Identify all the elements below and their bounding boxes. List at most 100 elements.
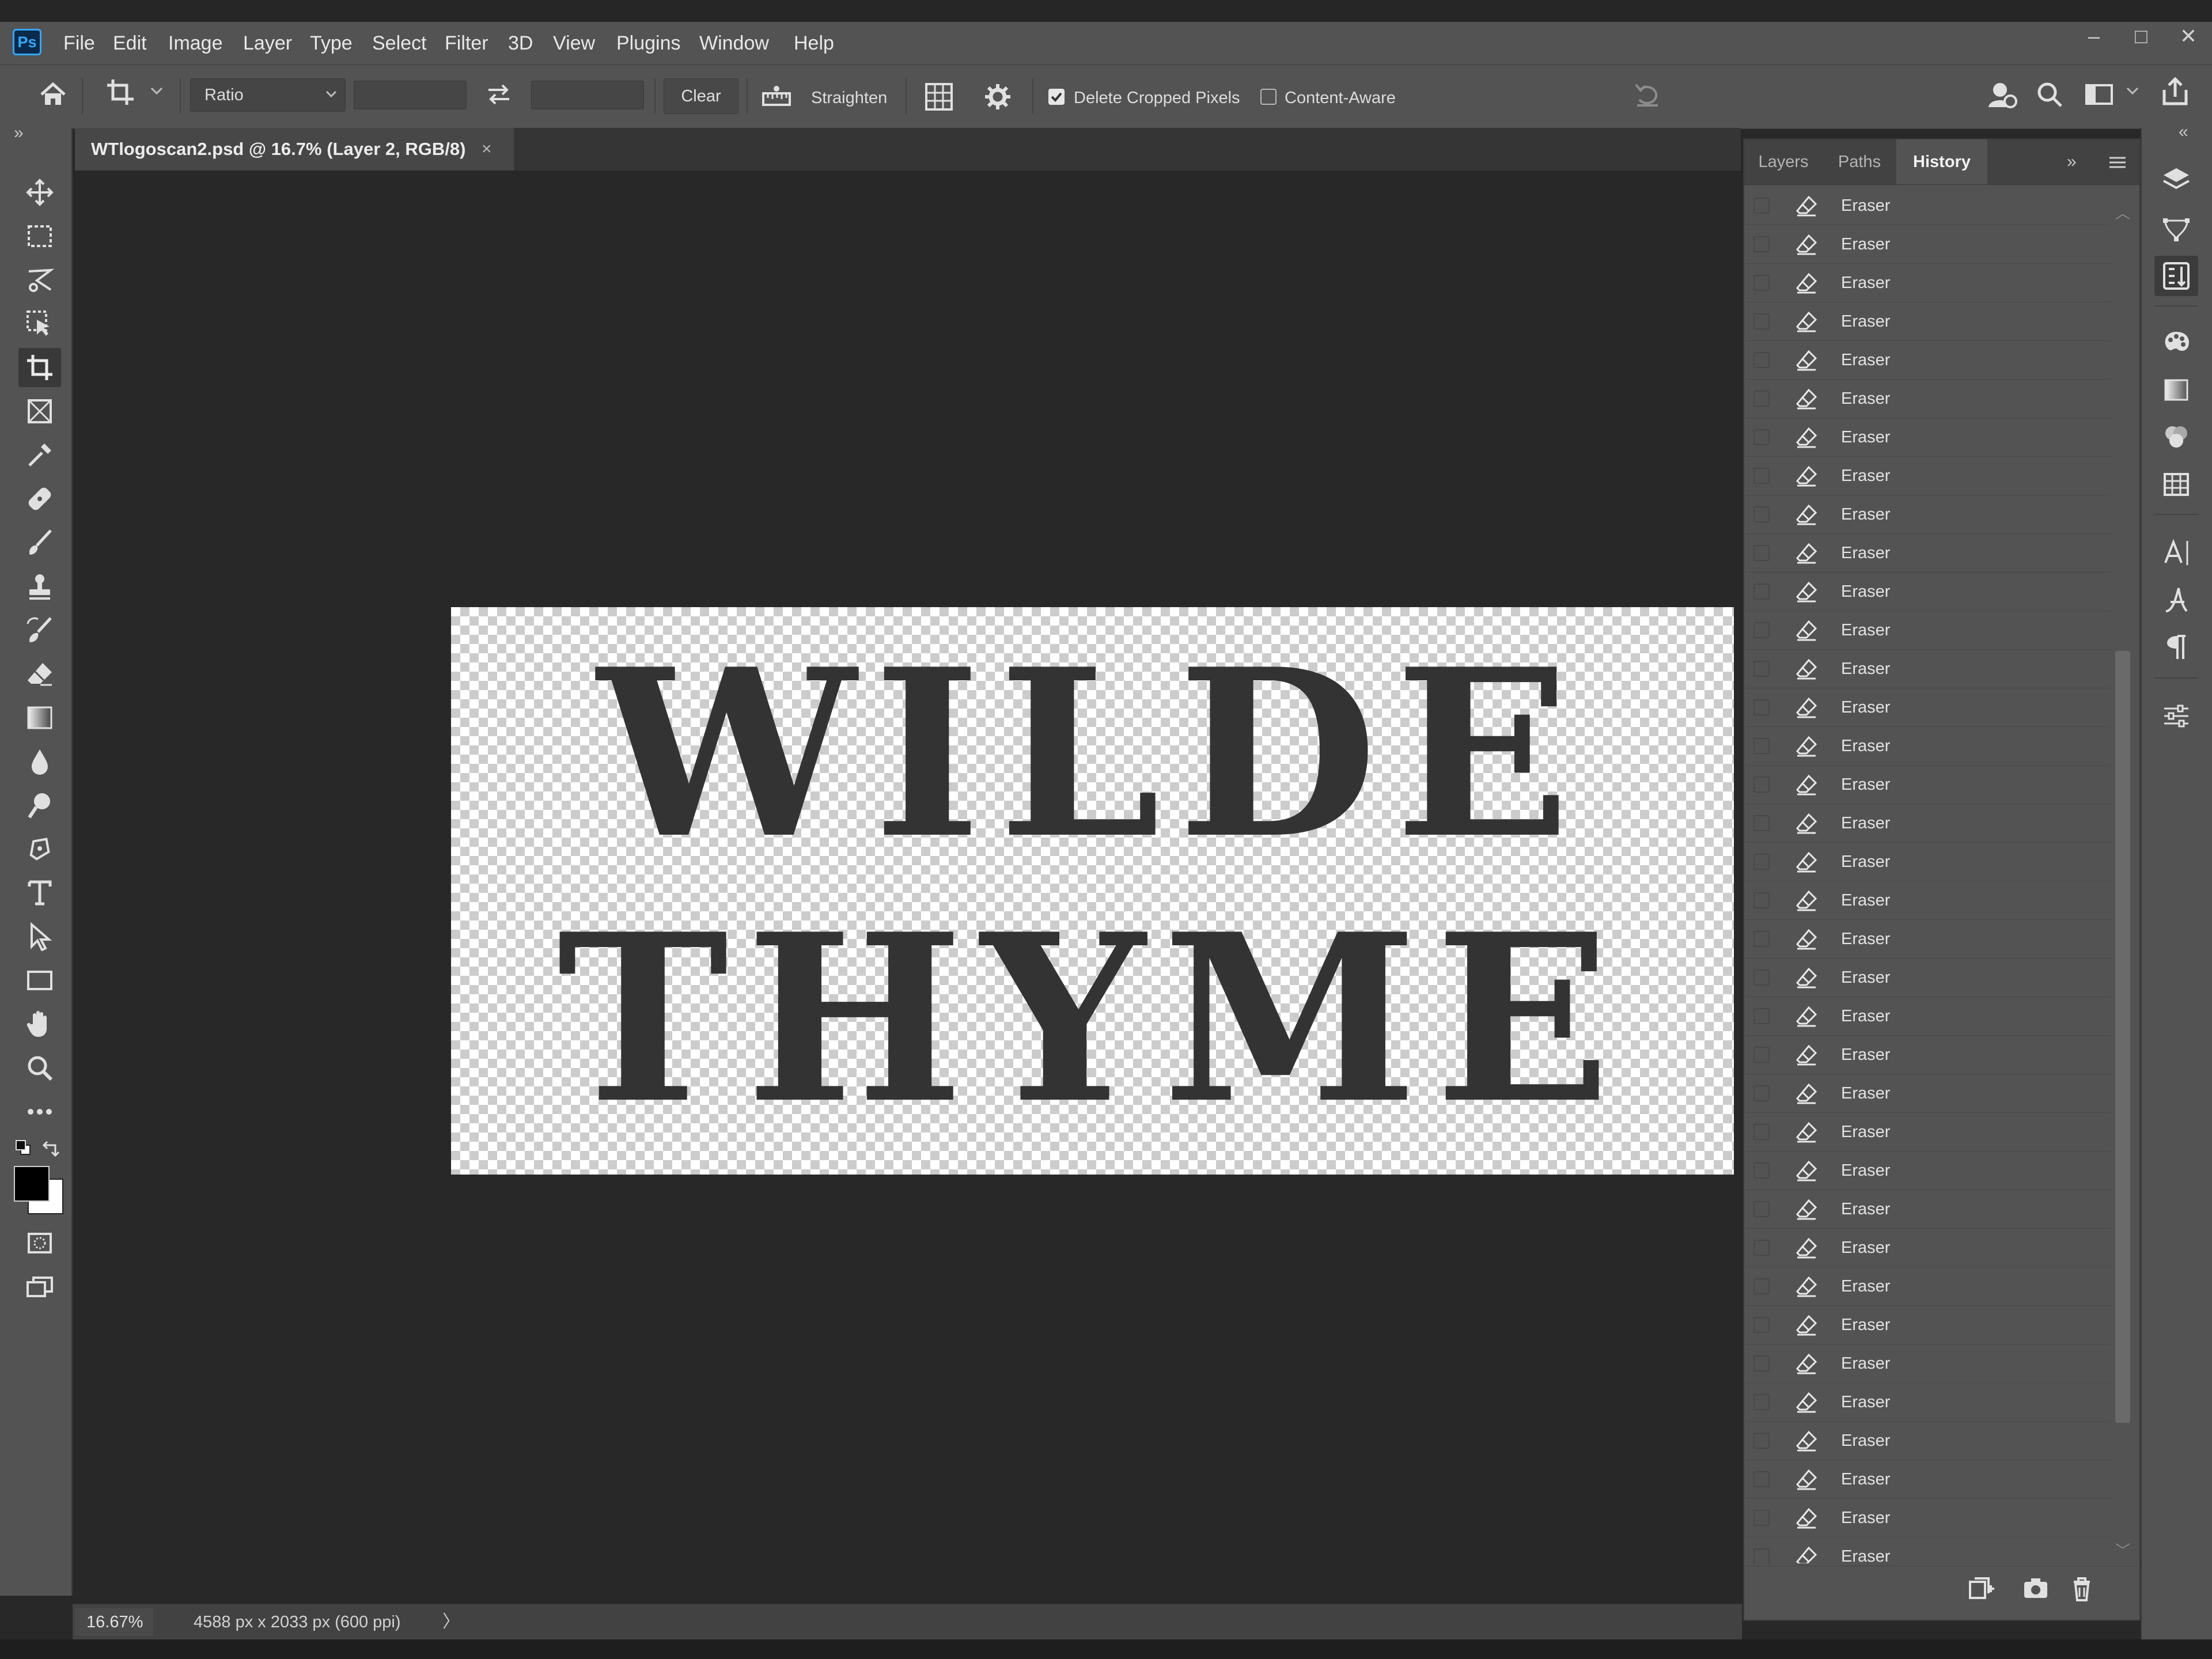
history-state[interactable]: Eraser	[1745, 495, 2111, 534]
clear-button[interactable]: Clear	[664, 78, 738, 114]
crop-tool-icon[interactable]	[18, 348, 61, 387]
patterns-panel-icon[interactable]	[2154, 464, 2198, 505]
menu-type[interactable]: Type	[310, 29, 353, 58]
history-state[interactable]: Eraser	[1745, 264, 2111, 302]
history-state[interactable]: Eraser	[1745, 1499, 2111, 1537]
history-source-checkbox[interactable]	[1753, 1433, 1770, 1449]
height-input[interactable]	[531, 81, 644, 109]
menu-layer[interactable]: Layer	[243, 29, 292, 58]
search-icon[interactable]	[2032, 77, 2067, 112]
history-source-checkbox[interactable]	[1753, 622, 1770, 638]
crop-preset-icon[interactable]	[104, 75, 138, 109]
history-source-checkbox[interactable]	[1753, 236, 1770, 252]
history-source-checkbox[interactable]	[1753, 198, 1770, 214]
history-state[interactable]: Eraser	[1745, 573, 2111, 611]
hand-tool-icon[interactable]	[18, 1005, 61, 1044]
tab-layers[interactable]: Layers	[1744, 139, 1823, 184]
rectangle-tool-icon[interactable]	[18, 961, 61, 1000]
history-source-checkbox[interactable]	[1753, 391, 1770, 407]
history-source-checkbox[interactable]	[1753, 1047, 1770, 1063]
lasso-tool-icon[interactable]	[18, 260, 61, 300]
history-source-checkbox[interactable]	[1753, 1085, 1770, 1101]
ratio-select[interactable]: Ratio	[190, 78, 346, 112]
history-source-checkbox[interactable]	[1753, 1124, 1770, 1140]
history-source-checkbox[interactable]	[1753, 584, 1770, 600]
healing-brush-tool-icon[interactable]	[18, 479, 61, 518]
history-state[interactable]: Eraser	[1745, 804, 2111, 843]
swap-colors-icon[interactable]	[41, 1139, 61, 1158]
history-state[interactable]: Eraser	[1745, 881, 2111, 920]
history-state[interactable]: Eraser	[1745, 380, 2111, 418]
history-source-checkbox[interactable]	[1753, 429, 1770, 445]
history-state[interactable]: Eraser	[1745, 1460, 2111, 1499]
history-state[interactable]: Eraser	[1745, 1344, 2111, 1383]
type-tool-icon[interactable]	[18, 873, 61, 912]
history-state[interactable]: Eraser	[1745, 1190, 2111, 1229]
home-icon[interactable]	[36, 77, 70, 112]
glyphs-panel-icon[interactable]	[2154, 579, 2198, 620]
width-input[interactable]	[354, 81, 467, 109]
menu-image[interactable]: Image	[168, 29, 223, 58]
content-aware-label[interactable]: Content-Aware	[1285, 86, 1396, 109]
swatches-panel-icon[interactable]	[2154, 417, 2198, 457]
history-state[interactable]: Eraser	[1745, 843, 2111, 881]
history-state[interactable]: Eraser	[1745, 959, 2111, 997]
share-export-icon[interactable]	[2158, 75, 2192, 109]
status-menu-arrow-icon[interactable]: 〉	[442, 1608, 460, 1636]
paths-panel-icon[interactable]	[2154, 209, 2198, 249]
chevron-down-icon[interactable]	[145, 79, 168, 103]
properties-panel-icon[interactable]	[2154, 696, 2198, 736]
history-state[interactable]: Eraser	[1745, 1152, 2111, 1190]
menu-edit[interactable]: Edit	[113, 29, 147, 58]
history-source-checkbox[interactable]	[1753, 892, 1770, 908]
history-source-checkbox[interactable]	[1753, 661, 1770, 677]
new-snapshot-icon[interactable]	[2021, 1575, 2051, 1603]
zoom-level-field[interactable]: 16.67%	[75, 1608, 153, 1636]
screen-mode-icon[interactable]	[18, 1267, 61, 1306]
maximize-button[interactable]: □	[2118, 22, 2165, 51]
menu-plugins[interactable]: Plugins	[616, 29, 681, 58]
history-source-checkbox[interactable]	[1753, 1394, 1770, 1410]
history-state[interactable]: Eraser	[1745, 611, 2111, 650]
menu-file[interactable]: File	[63, 29, 95, 58]
move-tool-icon[interactable]	[18, 173, 61, 212]
history-state[interactable]: Eraser	[1745, 1113, 2111, 1152]
eyedropper-tool-icon[interactable]	[18, 435, 61, 475]
history-source-checkbox[interactable]	[1753, 1162, 1770, 1179]
collapse-tools-icon[interactable]: »	[14, 123, 24, 143]
history-source-checkbox[interactable]	[1753, 777, 1770, 793]
history-source-checkbox[interactable]	[1753, 1510, 1770, 1526]
document-tab-title[interactable]: WTlogoscan2.psd @ 16.7% (Layer 2, RGB/8)	[91, 135, 465, 164]
path-select-tool-icon[interactable]	[18, 917, 61, 956]
history-source-checkbox[interactable]	[1753, 506, 1770, 522]
zoom-tool-icon[interactable]	[18, 1048, 61, 1088]
dodge-tool-icon[interactable]	[18, 786, 61, 825]
history-list[interactable]: Eraser Eraser Eraser Eraser Eraser Eraser Eras…	[1745, 187, 2111, 1563]
brush-tool-icon[interactable]	[18, 523, 61, 562]
menu-filter[interactable]: Filter	[445, 29, 488, 58]
reset-icon[interactable]	[1630, 78, 1665, 113]
history-state[interactable]: Eraser	[1745, 1074, 2111, 1113]
workspace-icon[interactable]	[2082, 77, 2116, 112]
history-source-checkbox[interactable]	[1753, 468, 1770, 484]
close-window-button[interactable]: ✕	[2165, 22, 2212, 51]
history-source-checkbox[interactable]	[1753, 1008, 1770, 1024]
quick-mask-icon[interactable]	[18, 1224, 61, 1263]
gradient-tool-icon[interactable]	[18, 698, 61, 737]
history-state[interactable]: Eraser	[1745, 727, 2111, 766]
history-state[interactable]: Eraser	[1745, 457, 2111, 495]
history-source-checkbox[interactable]	[1753, 931, 1770, 947]
history-state[interactable]: Eraser	[1745, 302, 2111, 341]
eraser-tool-icon[interactable]	[18, 654, 61, 694]
history-source-checkbox[interactable]	[1753, 313, 1770, 329]
delete-cropped-checkbox[interactable]	[1048, 89, 1065, 105]
close-tab-icon[interactable]: ×	[482, 135, 492, 164]
more-tools-icon[interactable]	[18, 1092, 61, 1131]
frame-tool-icon[interactable]	[18, 392, 61, 431]
blur-tool-icon[interactable]	[18, 742, 61, 781]
delete-state-icon[interactable]	[2067, 1575, 2097, 1603]
delete-cropped-label[interactable]: Delete Cropped Pixels	[1074, 86, 1240, 109]
history-state[interactable]: Eraser	[1745, 920, 2111, 959]
history-source-checkbox[interactable]	[1753, 545, 1770, 561]
menu-select[interactable]: Select	[372, 29, 427, 58]
